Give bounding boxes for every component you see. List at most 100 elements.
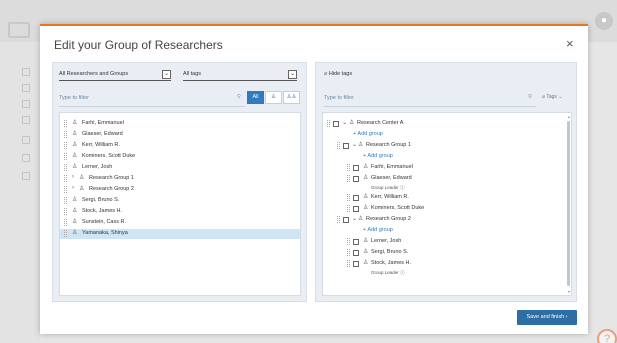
- sidebar-icon: [22, 100, 30, 108]
- tree-node-person[interactable]: ♙ Farhi, Emmanuel: [323, 163, 571, 173]
- checkbox[interactable]: [353, 206, 359, 212]
- list-item[interactable]: ♙ Kerr, William R.: [60, 141, 300, 151]
- tree-node-person[interactable]: ♙ Kominers, Scott Duke: [323, 204, 571, 214]
- modal-title: Edit your Group of Researchers: [54, 38, 223, 52]
- person-icon: ♙: [363, 260, 369, 266]
- add-group-link[interactable]: + Add group: [323, 152, 571, 162]
- tree-node-group[interactable]: ⌄ ♙ Research Group 1: [323, 141, 571, 151]
- person-icon: ♙: [72, 197, 78, 203]
- checkbox[interactable]: [333, 121, 339, 127]
- filter-groups-button[interactable]: ♙♙: [283, 91, 300, 104]
- hide-tags-button[interactable]: ⌀ Hide tags: [324, 71, 352, 77]
- add-group-link[interactable]: + Add group: [323, 226, 571, 236]
- list-item-label: Glaeser, Edward: [82, 131, 123, 137]
- drag-handle-icon[interactable]: [347, 238, 350, 245]
- chevron-down-icon[interactable]: ⌄: [352, 215, 357, 222]
- tree-node-label: Kerr, William R.: [371, 194, 409, 200]
- filter-input[interactable]: Type to filter ⚲: [59, 94, 245, 107]
- chevron-down-icon: ⌄: [558, 94, 563, 100]
- checkbox[interactable]: [353, 176, 359, 182]
- list-item[interactable]: ♙ Farhi, Emmanuel: [60, 119, 300, 129]
- drag-handle-icon[interactable]: [347, 164, 350, 171]
- chevron-down-icon[interactable]: ⌄: [342, 119, 347, 126]
- person-icon: ♙: [363, 194, 369, 200]
- list-item[interactable]: › ♙ Research Group 2: [60, 185, 300, 195]
- edit-group-modal: Edit your Group of Researchers × All Res…: [40, 24, 588, 334]
- checkbox[interactable]: [353, 261, 359, 267]
- save-and-finish-button[interactable]: Save and finish ›: [517, 310, 577, 325]
- drag-handle-icon[interactable]: [64, 153, 67, 160]
- drag-handle-icon[interactable]: [64, 219, 67, 226]
- tree-node-person[interactable]: ♙ Sergi, Bruno S.: [323, 248, 571, 258]
- drag-handle-icon[interactable]: [337, 142, 340, 149]
- group-tree: ▴ ▾ ⌄ ♙ Research Center A + Add group ⌄ …: [322, 112, 572, 296]
- sidebar-icon: [22, 116, 30, 124]
- tag-icon: ⌀: [324, 71, 328, 77]
- drag-handle-icon[interactable]: [337, 216, 340, 223]
- list-item[interactable]: ♙ Lerner, Josh: [60, 163, 300, 173]
- drag-handle-icon[interactable]: [64, 175, 67, 182]
- list-item[interactable]: › ♙ Research Group 1: [60, 174, 300, 184]
- filter-all-button[interactable]: All: [247, 91, 264, 104]
- tree-node-group[interactable]: ⌄ ♙ Research Group 2: [323, 215, 571, 225]
- list-item[interactable]: ♙ Stock, James H.: [60, 207, 300, 217]
- scroll-down-icon[interactable]: ▾: [568, 289, 570, 294]
- group-icon: ♙: [349, 120, 355, 126]
- list-item-selected[interactable]: ♙ Yamanaka, Shinya: [60, 229, 300, 239]
- drag-handle-icon[interactable]: [64, 230, 67, 237]
- list-item[interactable]: ♙ Sergi, Bruno S.: [60, 196, 300, 206]
- tree-node-center[interactable]: ⌄ ♙ Research Center A: [323, 119, 571, 129]
- person-icon: ♙: [363, 238, 369, 244]
- close-icon[interactable]: ×: [566, 36, 574, 51]
- checkbox[interactable]: [353, 165, 359, 171]
- drag-handle-icon[interactable]: [347, 260, 350, 267]
- group-icon: ♙: [79, 186, 85, 192]
- drag-handle-icon[interactable]: [64, 208, 67, 215]
- list-item[interactable]: ♙ Kominers, Scott Duke: [60, 152, 300, 162]
- tree-node-label: Glaeser, Edward: [371, 175, 412, 181]
- user-avatar-icon[interactable]: ●: [595, 12, 613, 30]
- checkbox[interactable]: [343, 217, 349, 223]
- checkbox[interactable]: [353, 250, 359, 256]
- tree-node-person[interactable]: ♙ Lerner, Josh: [323, 237, 571, 247]
- chevron-down-icon[interactable]: ⌄: [288, 70, 297, 79]
- chevron-right-icon[interactable]: ›: [72, 174, 74, 180]
- drag-handle-icon[interactable]: [347, 175, 350, 182]
- checkbox[interactable]: [343, 143, 349, 149]
- drag-handle-icon[interactable]: [347, 194, 350, 201]
- drag-handle-icon[interactable]: [64, 164, 67, 171]
- group-icon: ♙: [79, 175, 85, 181]
- group-icon: ♙♙: [286, 94, 297, 100]
- tags-select[interactable]: All tags ⌄: [183, 70, 297, 81]
- drag-handle-icon[interactable]: [327, 120, 330, 127]
- drag-handle-icon[interactable]: [64, 142, 67, 149]
- drag-handle-icon[interactable]: [347, 249, 350, 256]
- tree-node-person[interactable]: ♙ Stock, James H.: [323, 259, 571, 269]
- list-item[interactable]: ♙ Sunstein, Cass R.: [60, 218, 300, 228]
- checkbox[interactable]: [353, 239, 359, 245]
- tags-dropdown[interactable]: ⌀ Tags ⌄: [542, 94, 562, 100]
- tree-node-person[interactable]: ♙ Kerr, William R.: [323, 193, 571, 203]
- list-item[interactable]: ♙ Glaeser, Edward: [60, 130, 300, 140]
- drag-handle-icon[interactable]: [64, 131, 67, 138]
- list-item-label: Kerr, William R.: [82, 142, 120, 148]
- chevron-right-icon[interactable]: ›: [72, 185, 74, 191]
- tree-node-person[interactable]: ♙ Glaeser, Edward: [323, 174, 571, 184]
- list-item-label: Stock, James H.: [82, 208, 123, 214]
- group-structure-pane: ⌀ Hide tags Type to filter ⚲ ⌀ Tags ⌄ ▴ …: [315, 62, 577, 302]
- help-icon[interactable]: ?: [597, 329, 617, 343]
- drag-handle-icon[interactable]: [64, 120, 67, 127]
- drag-handle-icon[interactable]: [347, 205, 350, 212]
- checkbox[interactable]: [353, 195, 359, 201]
- drag-handle-icon[interactable]: [64, 197, 67, 204]
- drag-handle-icon[interactable]: [64, 186, 67, 193]
- chevron-down-icon[interactable]: ⌄: [162, 70, 171, 79]
- scope-select[interactable]: All Researchers and Groups ⌄: [59, 70, 171, 81]
- chevron-down-icon[interactable]: ⌄: [352, 141, 357, 148]
- sidebar-icon: [22, 84, 30, 92]
- filter-people-button[interactable]: ♙: [265, 91, 282, 104]
- add-group-link[interactable]: + Add group: [323, 130, 571, 140]
- list-item-label: Lerner, Josh: [82, 164, 113, 170]
- filter-input[interactable]: Type to filter ⚲: [324, 94, 536, 107]
- add-group-label: + Add group: [353, 131, 383, 137]
